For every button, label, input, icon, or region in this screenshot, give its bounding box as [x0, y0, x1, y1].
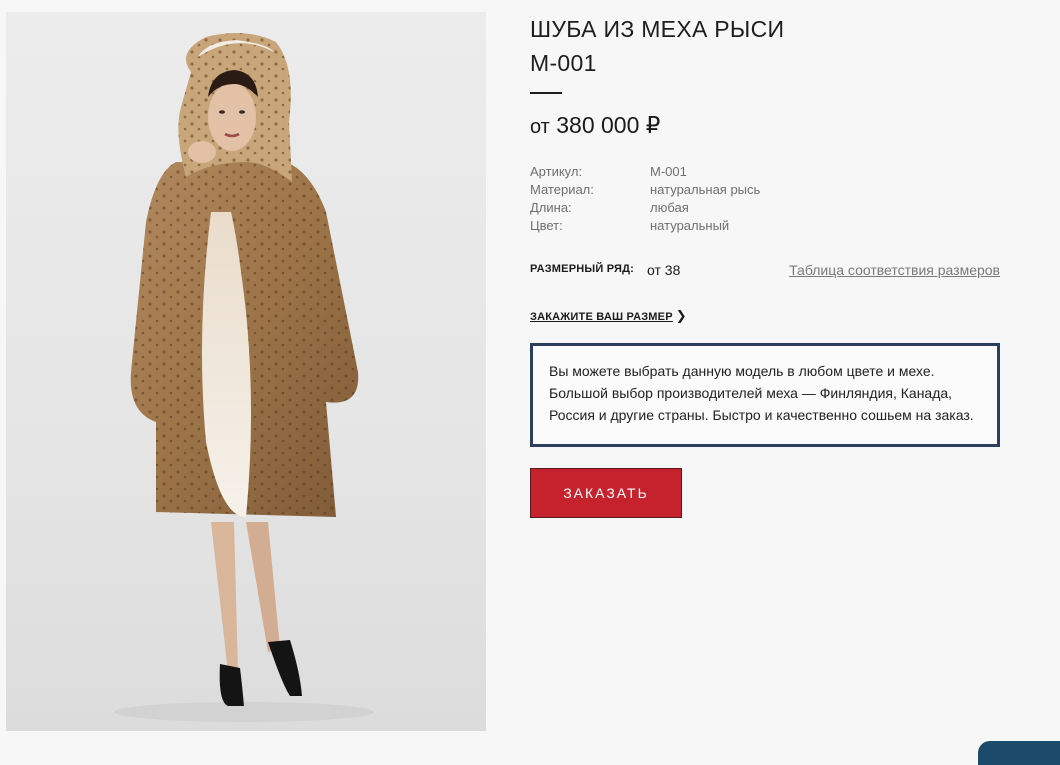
order-button[interactable]: ЗАКАЗАТЬ [530, 468, 682, 518]
spec-value: М-001 [650, 164, 687, 179]
spec-label: Длина: [530, 200, 572, 215]
spec-value: натуральный [650, 218, 730, 233]
price-prefix: от [530, 116, 550, 138]
spec-row-article: Артикул: М-001 [530, 163, 760, 181]
size-range-label: РАЗМЕРНЫЙ РЯД: [530, 263, 634, 275]
chevron-right-icon: ❯ [675, 308, 687, 323]
order-your-size-link[interactable]: ЗАКАЖИТЕ ВАШ РАЗМЕР ❯ [530, 308, 687, 324]
size-range-row: РАЗМЕРНЫЙ РЯД: от 38 Таблица соответстви… [530, 262, 1000, 280]
price-value: 380 000 ₽ [556, 112, 661, 138]
chat-widget-tab[interactable] [978, 741, 1060, 765]
product-photo[interactable] [6, 12, 486, 731]
spec-row-material: Материал: натуральная рысь [530, 181, 760, 199]
spec-value: натуральная рысь [650, 182, 761, 197]
spec-value: любая [650, 200, 689, 215]
spec-list: Артикул: М-001 Материал: натуральная рыс… [530, 163, 760, 235]
note-line: Россия и другие страны. Быстро и качеств… [549, 407, 974, 423]
product-title: ШУБА ИЗ МЕХА РЫСИ М-001 [530, 12, 784, 80]
product-title-name: ШУБА ИЗ МЕХА РЫСИ [530, 16, 785, 42]
order-your-size-label: ЗАКАЖИТЕ ВАШ РАЗМЕР [530, 311, 673, 323]
product-title-code: М-001 [530, 50, 597, 76]
spec-label: Артикул: [530, 164, 583, 179]
spec-label: Цвет: [530, 218, 563, 233]
custom-order-note: Вы можете выбрать данную модель в любом … [530, 343, 1000, 447]
spec-row-length: Длина: любая [530, 199, 760, 217]
note-line: Большой выбор производителей меха — Финл… [549, 385, 953, 401]
spec-label: Материал: [530, 182, 594, 197]
product-price: от 380 000 ₽ [530, 110, 660, 142]
fur-coat-illustration [114, 33, 374, 722]
size-range-value: от 38 [647, 262, 681, 278]
size-table-link[interactable]: Таблица соответствия размеров [789, 262, 1000, 278]
title-divider [530, 92, 562, 94]
note-line: Вы можете выбрать данную модель в любом … [549, 363, 935, 379]
spec-row-color: Цвет: натуральный [530, 217, 760, 235]
